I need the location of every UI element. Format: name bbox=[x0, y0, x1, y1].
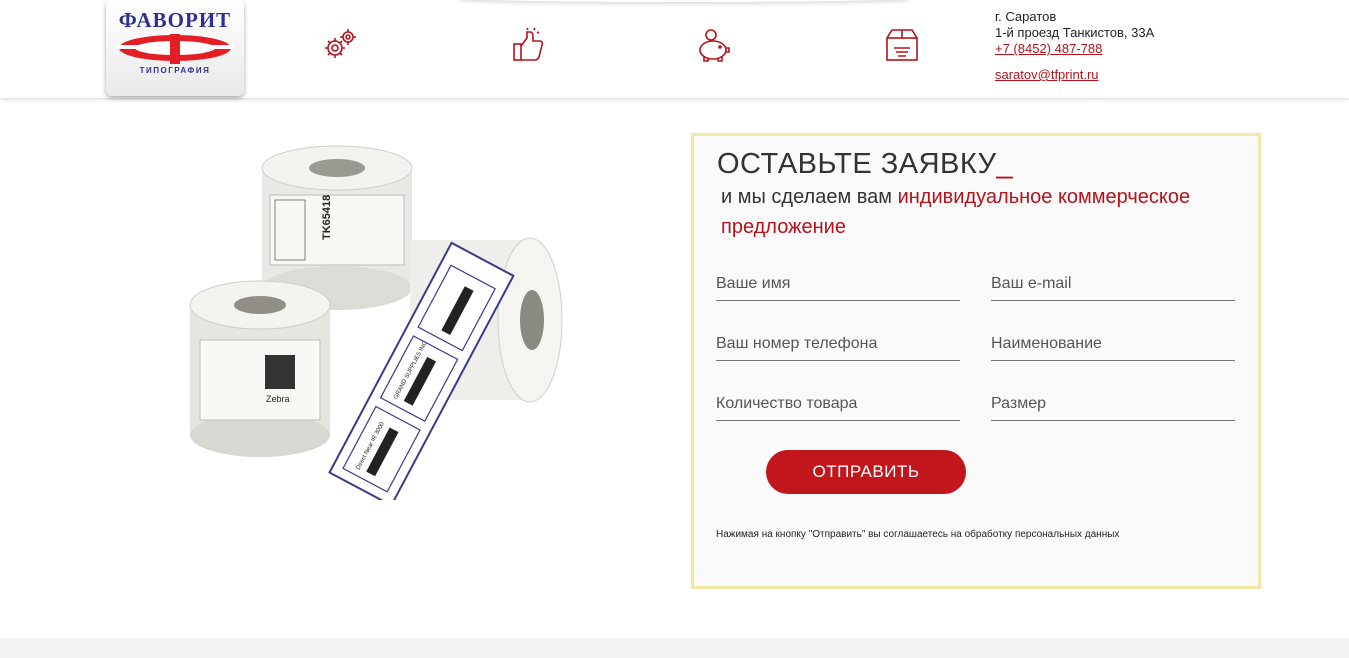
company-logo[interactable]: ФАВОРИТ ТИПОГРАФИЯ bbox=[106, 0, 244, 96]
phone-link[interactable]: +7 (8452) 487-788 bbox=[995, 41, 1154, 57]
quantity-field[interactable] bbox=[716, 388, 960, 421]
zebra-brand-text: Zebra bbox=[266, 394, 290, 404]
size-field[interactable] bbox=[991, 388, 1235, 421]
contact-address: 1-й проезд Танкистов, 33А bbox=[995, 25, 1155, 40]
piggy-bank-icon bbox=[694, 26, 732, 64]
contact-city: г. Саратов bbox=[995, 9, 1057, 24]
site-header: ФАВОРИТ ТИПОГРАФИЯ г. Саратов 1-й проезд… bbox=[0, 0, 1349, 98]
header-decoration bbox=[460, 0, 910, 2]
form-title: ОСТАВЬТЕ ЗАЯВКУ_ bbox=[717, 148, 1013, 181]
email-link[interactable]: saratov@tfprint.ru bbox=[995, 67, 1154, 83]
delivery-box-icon bbox=[883, 26, 921, 64]
product-name-field[interactable] bbox=[991, 328, 1235, 361]
roll-label-text: TK65418 bbox=[321, 195, 333, 240]
request-form: ОСТАВЬТЕ ЗАЯВКУ_ и мы сделаем вам индиви… bbox=[691, 133, 1261, 589]
gears-icon bbox=[321, 26, 359, 64]
form-title-text: ОСТАВЬТЕ ЗАЯВКУ bbox=[717, 148, 997, 180]
submit-button[interactable]: ОТПРАВИТЬ bbox=[766, 450, 966, 494]
logo-title: ФАВОРИТ bbox=[118, 8, 232, 32]
form-subtitle: и мы сделаем вам индивидуальное коммерче… bbox=[721, 182, 1241, 242]
consent-text: Нажимая на кнопку "Отправить" вы соглаша… bbox=[716, 529, 1120, 540]
contact-block: г. Саратов 1-й проезд Танкистов, 33А +7 … bbox=[995, 9, 1154, 83]
form-subtitle-plain: и мы сделаем вам bbox=[721, 186, 898, 208]
phone-field[interactable] bbox=[716, 328, 960, 361]
email-field[interactable] bbox=[991, 268, 1235, 301]
name-field[interactable] bbox=[716, 268, 960, 301]
footer-strip bbox=[0, 638, 1349, 658]
logo-subtitle: ТИПОГРАФИЯ bbox=[139, 66, 211, 75]
logo-emblem-icon bbox=[116, 34, 234, 64]
form-title-cursor: _ bbox=[996, 148, 1014, 180]
thumbs-up-icon bbox=[509, 26, 547, 64]
label-rolls-image: TK65418 Zebra Direct Near IR 3000 GRAND … bbox=[180, 140, 580, 507]
